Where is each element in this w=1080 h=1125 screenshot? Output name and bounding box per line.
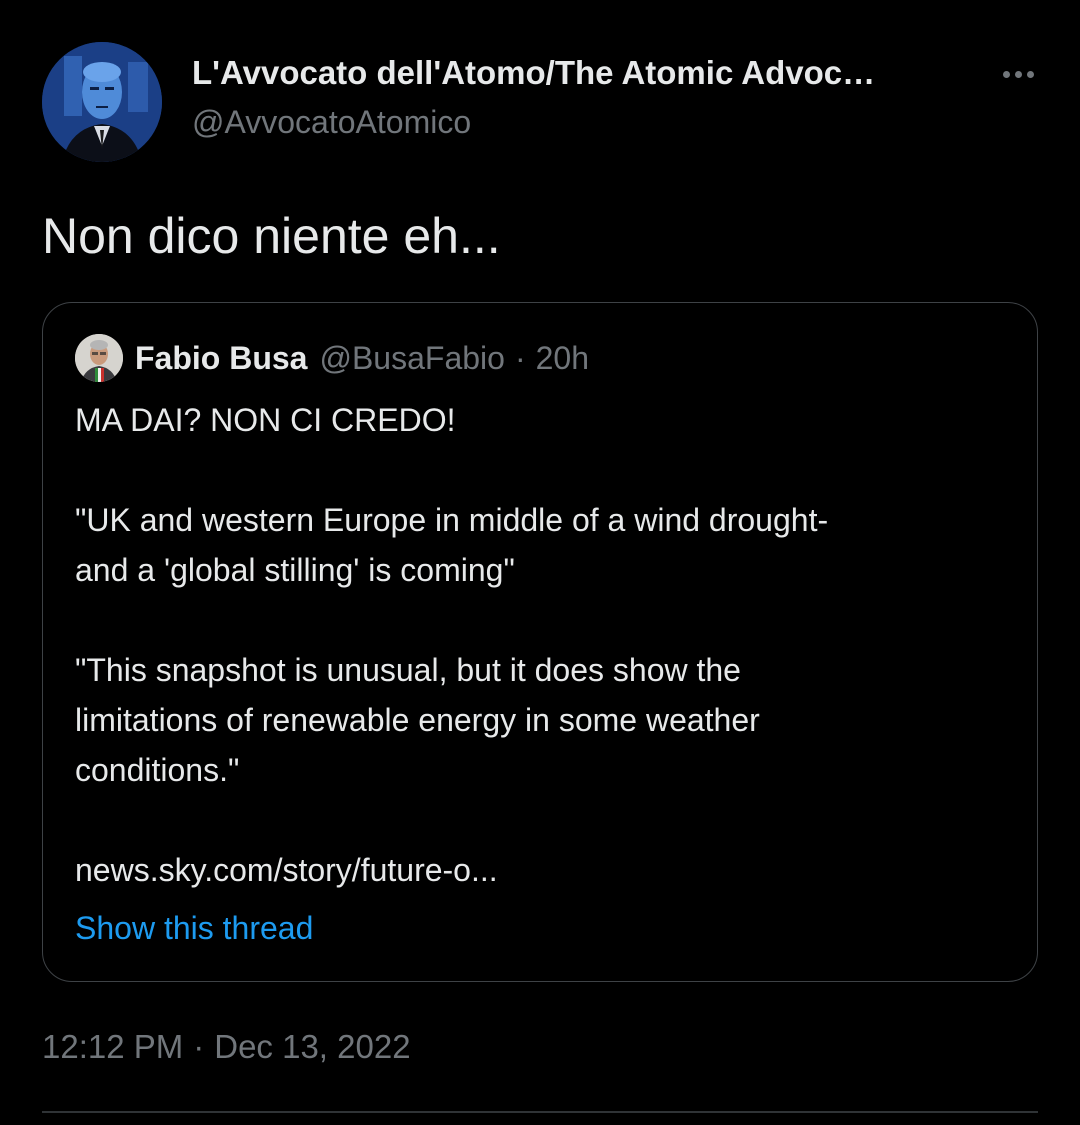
quoted-author-handle[interactable]: @BusaFabio (319, 340, 504, 377)
quoted-header-separator: · (514, 339, 526, 376)
tweet-timestamp: 12:12 PM · Dec 13, 2022 (42, 1022, 411, 1072)
quoted-paragraph: MA DAI? NON CI CREDO! (75, 402, 456, 438)
more-options-button[interactable] (992, 56, 1044, 92)
author-info: L'Avvocato dell'Atomo/The Atomic Advoc… … (192, 50, 972, 144)
quoted-author-avatar[interactable] (75, 334, 123, 382)
author-avatar[interactable] (42, 42, 162, 162)
more-horizontal-icon-dot (1026, 70, 1034, 78)
more-horizontal-icon-dot (1014, 70, 1022, 78)
avatar-portrait-image (42, 42, 162, 162)
timestamp-date[interactable]: Dec 13, 2022 (214, 1028, 410, 1065)
quoted-avatar-portrait-image (75, 334, 123, 382)
quoted-tweet-time[interactable]: 20h (536, 340, 589, 377)
quoted-tweet-card[interactable]: Fabio Busa @BusaFabio · 20h MA DAI? NON … (42, 302, 1038, 982)
tweet-detail: L'Avvocato dell'Atomo/The Atomic Advoc… … (0, 0, 1080, 1125)
timestamp-time[interactable]: 12:12 PM (42, 1028, 183, 1065)
author-display-name[interactable]: L'Avvocato dell'Atomo/The Atomic Advoc… (192, 50, 972, 96)
tweet-text: Non dico niente eh... (42, 208, 501, 264)
show-thread-link[interactable]: Show this thread (75, 903, 313, 953)
quoted-paragraph: "This snapshot is unusual, but it does s… (75, 652, 760, 788)
divider (42, 1111, 1038, 1113)
quoted-tweet-body: MA DAI? NON CI CREDO! "UK and western Eu… (75, 395, 1005, 895)
more-horizontal-icon (1002, 70, 1010, 78)
quoted-link[interactable]: news.sky.com/story/future-o... (75, 845, 1005, 895)
quoted-author-name[interactable]: Fabio Busa (135, 340, 307, 377)
quoted-tweet-header: Fabio Busa @BusaFabio · 20h (75, 333, 589, 383)
quoted-paragraph: "UK and western Europe in middle of a wi… (75, 502, 829, 588)
timestamp-separator: · (193, 1028, 205, 1065)
author-handle[interactable]: @AvvocatoAtomico (192, 100, 972, 144)
